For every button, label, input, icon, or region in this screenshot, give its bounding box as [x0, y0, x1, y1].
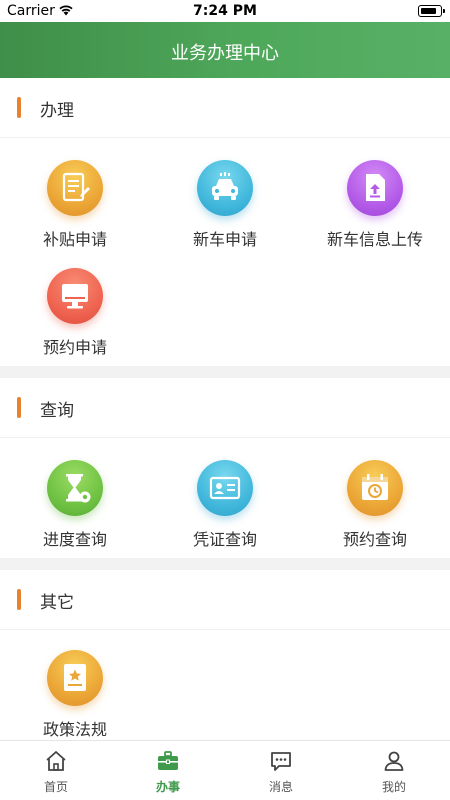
appointment-apply-button[interactable]: 预约申请 — [0, 268, 150, 368]
tab-mine[interactable]: 我的 — [338, 741, 450, 800]
section-header: 办理 — [0, 78, 450, 138]
tab-home[interactable]: 首页 — [0, 741, 112, 800]
item-label: 预约查询 — [342, 530, 407, 549]
briefcase-icon — [158, 751, 178, 770]
tab-bar: 首页 办事 消息 我的 — [0, 740, 450, 800]
car-icon — [212, 172, 238, 200]
file-upload-icon — [366, 174, 385, 201]
section-other: 其它 政策法规 — [0, 570, 450, 740]
section-handle: 办理 补贴申请 新车申请 新车信息上传 预约申请 — [0, 78, 450, 366]
item-label: 补贴申请 — [42, 230, 107, 249]
item-label: 凭证查询 — [192, 530, 257, 549]
section-query: 查询 进度查询 凭证查询 预约查询 — [0, 378, 450, 558]
item-label: 新车信息上传 — [326, 230, 423, 249]
id-card-icon — [209, 476, 241, 500]
status-bar: Carrier 7:24 PM — [0, 0, 450, 22]
section-header: 查询 — [0, 378, 450, 438]
message-icon — [271, 752, 291, 771]
voucher-query-button[interactable]: 凭证查询 — [150, 460, 300, 560]
item-label: 新车申请 — [192, 230, 257, 249]
item-label: 预约申请 — [42, 338, 107, 357]
tab-business[interactable]: 办事 — [112, 741, 224, 800]
item-label: 政策法规 — [42, 720, 107, 739]
section-accent-bar — [17, 589, 21, 610]
section-accent-bar — [17, 97, 21, 118]
tab-label: 消息 — [268, 780, 293, 794]
calendar-clock-icon — [362, 474, 388, 500]
subsidy-apply-button[interactable]: 补贴申请 — [0, 160, 150, 260]
section-title: 办理 — [40, 101, 74, 121]
tab-label: 办事 — [155, 780, 180, 794]
home-icon — [46, 751, 66, 771]
section-accent-bar — [17, 397, 21, 418]
document-edit-icon — [62, 172, 90, 202]
appointment-query-button[interactable]: 预约查询 — [300, 460, 450, 560]
new-car-apply-button[interactable]: 新车申请 — [150, 160, 300, 260]
section-title: 查询 — [40, 401, 74, 421]
section-title: 其它 — [40, 593, 74, 613]
item-label: 进度查询 — [42, 530, 107, 549]
new-car-info-upload-button[interactable]: 新车信息上传 — [300, 160, 450, 260]
tab-label: 我的 — [381, 780, 406, 794]
user-icon — [384, 751, 404, 771]
clock: 7:24 PM — [193, 3, 257, 19]
battery-icon — [418, 5, 445, 17]
monitor-icon — [62, 284, 88, 309]
tab-messages[interactable]: 消息 — [225, 741, 337, 800]
section-header: 其它 — [0, 570, 450, 630]
nav-header: 业务办理中心 — [0, 22, 450, 78]
policy-regulations-button[interactable]: 政策法规 — [0, 650, 150, 750]
page-title: 业务办理中心 — [171, 43, 279, 64]
star-book-icon — [64, 664, 86, 691]
hourglass-gear-icon — [66, 474, 91, 503]
progress-query-button[interactable]: 进度查询 — [0, 460, 150, 560]
tab-label: 首页 — [43, 780, 68, 794]
